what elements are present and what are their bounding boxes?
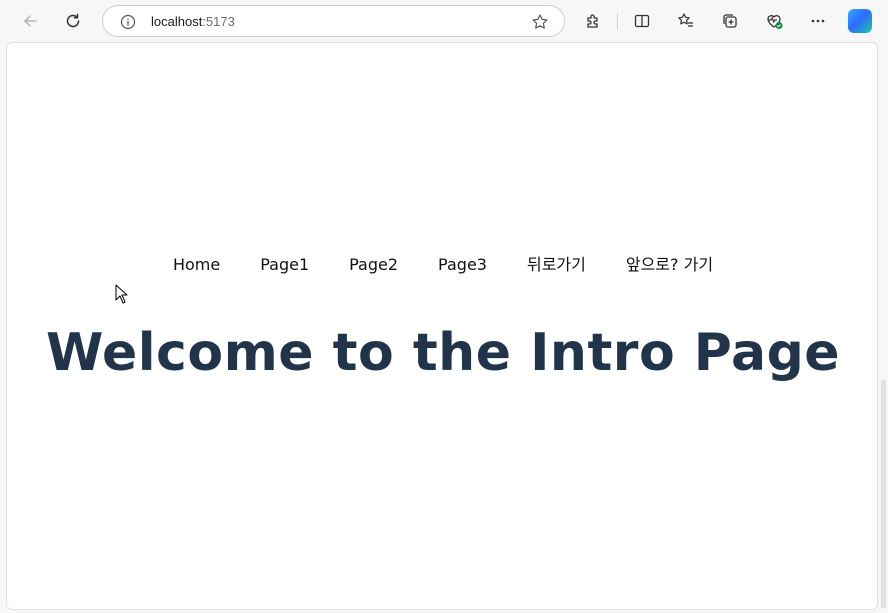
nav-link-page1[interactable]: Page1 [260,254,309,276]
site-info-icon[interactable] [119,13,137,31]
nav-link-page3[interactable]: Page3 [438,254,487,276]
collections-icon [723,14,737,28]
collections-button[interactable] [715,6,745,36]
url-port: :5173 [202,14,235,29]
more-menu-button[interactable] [803,6,833,36]
split-screen-button[interactable] [627,6,657,36]
refresh-icon [66,13,80,28]
favorite-star-icon[interactable] [530,12,550,32]
nav-link-forward[interactable]: 앞으로? 가기 [626,254,713,276]
heart-pulse-icon [767,15,783,29]
toolbar-divider [617,13,618,29]
nav-link-page2[interactable]: Page2 [349,254,398,276]
favorites-button[interactable] [671,6,701,36]
mouse-cursor-icon [115,284,128,304]
url-text: localhost:5173 [151,13,235,31]
split-screen-icon [634,14,650,28]
scrollbar[interactable] [881,380,886,608]
page-viewport: Home Page1 Page2 Page3 뒤로가기 앞으로? 가기 Welc… [6,42,878,610]
page-heading: Welcome to the Intro Page [45,323,841,383]
url-host: localhost [151,14,203,29]
more-dots-icon [811,19,825,23]
browser-essentials-button[interactable] [759,6,789,36]
address-bar[interactable]: localhost:5173 [102,5,565,37]
back-button[interactable] [15,6,45,36]
puzzle-icon [587,14,598,28]
favorites-list-icon [678,13,693,27]
arrow-left-icon [24,15,37,27]
reload-button[interactable] [58,6,88,36]
extensions-button[interactable] [578,6,608,36]
browser-toolbar: localhost:5173 [0,0,888,42]
nav-link-back[interactable]: 뒤로가기 [527,254,586,276]
nav-link-home[interactable]: Home [173,254,220,276]
main-nav: Home Page1 Page2 Page3 뒤로가기 앞으로? 가기 [7,254,879,276]
copilot-icon[interactable] [848,9,872,33]
